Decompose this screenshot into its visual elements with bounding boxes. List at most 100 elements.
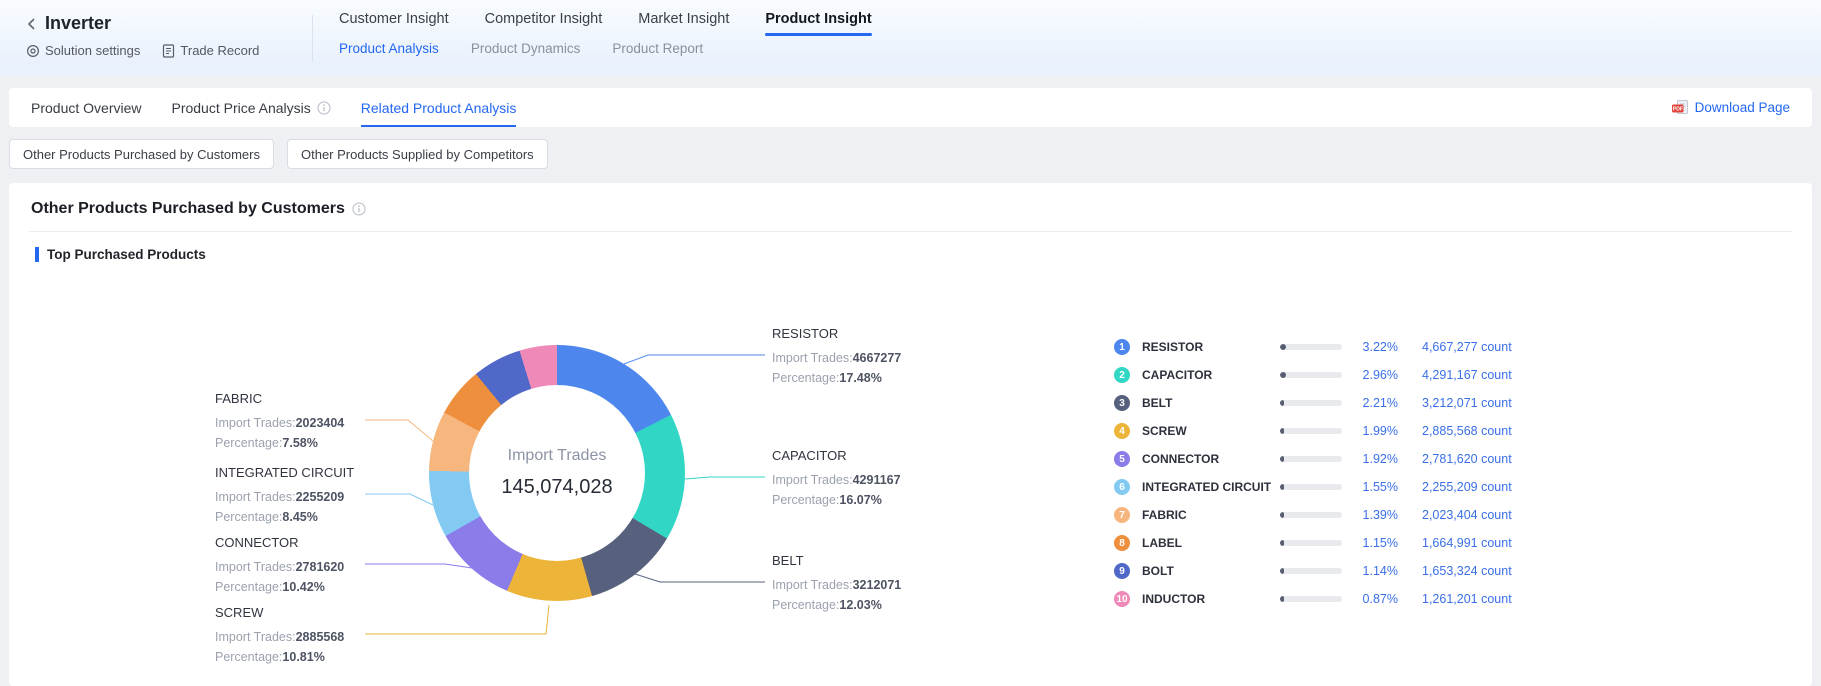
product-name: INTEGRATED CIRCUIT bbox=[1142, 480, 1280, 494]
legend-row-fabric: 7 FABRIC 1.39% 2,023,404 count bbox=[1114, 501, 1557, 529]
callout-value: 7.58% bbox=[282, 436, 317, 450]
legend-row-screw: 4 SCREW 1.99% 2,885,568 count bbox=[1114, 417, 1557, 445]
info-icon[interactable] bbox=[352, 202, 366, 216]
progress-bar bbox=[1280, 596, 1342, 602]
share-percent: 0.87% bbox=[1342, 592, 1398, 606]
callout-key: Percentage: bbox=[215, 510, 282, 524]
info-icon[interactable] bbox=[317, 101, 331, 115]
subsection-title: Top Purchased Products bbox=[47, 247, 206, 262]
progress-fill bbox=[1280, 596, 1284, 602]
settings-icon bbox=[26, 44, 40, 58]
callout-value: 8.45% bbox=[282, 510, 317, 524]
callout-key: Percentage: bbox=[215, 580, 282, 594]
solution-settings-button[interactable]: Solution settings bbox=[26, 43, 140, 58]
tab-competitor-insight[interactable]: Competitor Insight bbox=[485, 11, 603, 36]
tab-related-product-analysis-label: Related Product Analysis bbox=[361, 100, 517, 116]
callout-value: 10.42% bbox=[282, 580, 324, 594]
content-card: Other Products Purchased by Customers To… bbox=[9, 183, 1812, 686]
legend-row-bolt: 9 BOLT 1.14% 1,653,324 count bbox=[1114, 557, 1557, 585]
tab-product-analysis[interactable]: Product Analysis bbox=[339, 41, 439, 56]
progress-bar bbox=[1280, 568, 1342, 574]
trade-count: 4,291,167 count bbox=[1422, 368, 1557, 382]
progress-bar bbox=[1280, 512, 1342, 518]
callout-key: Percentage: bbox=[772, 371, 839, 385]
share-percent: 1.14% bbox=[1342, 564, 1398, 578]
callout-key: Import Trades: bbox=[772, 473, 853, 487]
page-title: Inverter bbox=[45, 13, 111, 34]
share-percent: 1.39% bbox=[1342, 508, 1398, 522]
callout-capacitor: CAPACITOR Import Trades:4291167 Percenta… bbox=[772, 448, 982, 510]
document-icon bbox=[162, 44, 175, 58]
filter-supplied-by-competitors-button[interactable]: Other Products Supplied by Competitors bbox=[287, 139, 548, 169]
donut-chart[interactable]: Import Trades 145,074,028 bbox=[429, 345, 685, 601]
tab-customer-insight[interactable]: Customer Insight bbox=[339, 11, 449, 36]
callout-belt: BELT Import Trades:3212071 Percentage:12… bbox=[772, 553, 982, 615]
callout-key: Percentage: bbox=[772, 598, 839, 612]
progress-fill bbox=[1280, 484, 1284, 490]
accent-bar bbox=[35, 247, 39, 262]
tab-related-product-analysis[interactable]: Related Product Analysis bbox=[361, 88, 517, 127]
rank-badge: 6 bbox=[1114, 479, 1130, 495]
callout-value: 2023404 bbox=[296, 416, 345, 430]
callout-value: 4291167 bbox=[853, 473, 901, 487]
callout-resistor: RESISTOR Import Trades:4667277 Percentag… bbox=[772, 326, 982, 388]
callout-key: Import Trades: bbox=[772, 351, 853, 365]
svg-text:PDF: PDF bbox=[1672, 107, 1682, 113]
callout-key: Percentage: bbox=[215, 436, 282, 450]
callout-line-capacitor bbox=[685, 477, 765, 479]
download-page-button[interactable]: PDF Download Page bbox=[1672, 100, 1790, 115]
legend-row-capacitor: 2 CAPACITOR 2.96% 4,291,167 count bbox=[1114, 361, 1557, 389]
callout-key: Import Trades: bbox=[215, 416, 296, 430]
rank-badge: 9 bbox=[1114, 563, 1130, 579]
rank-badge: 4 bbox=[1114, 423, 1130, 439]
callout-value: 12.03% bbox=[839, 598, 881, 612]
tab-product-overview[interactable]: Product Overview bbox=[31, 88, 141, 127]
tab-product-insight[interactable]: Product Insight bbox=[765, 11, 871, 36]
tab-market-insight[interactable]: Market Insight bbox=[638, 11, 729, 36]
tab-product-overview-label: Product Overview bbox=[31, 100, 141, 116]
callout-value: 2255209 bbox=[296, 490, 345, 504]
app-header: Inverter Solution settings Trade Record … bbox=[0, 0, 1821, 75]
progress-fill bbox=[1280, 344, 1286, 350]
callout-name: BELT bbox=[772, 553, 982, 571]
product-name: LABEL bbox=[1142, 536, 1280, 550]
solution-settings-label: Solution settings bbox=[45, 43, 140, 58]
tab-product-price-analysis[interactable]: Product Price Analysis bbox=[171, 88, 330, 127]
progress-bar bbox=[1280, 456, 1342, 462]
rank-badge: 1 bbox=[1114, 339, 1130, 355]
trade-count: 2,023,404 count bbox=[1422, 508, 1557, 522]
share-percent: 2.96% bbox=[1342, 368, 1398, 382]
callout-fabric: FABRIC Import Trades:2023404 Percentage:… bbox=[215, 391, 425, 453]
back-button[interactable] bbox=[26, 17, 36, 31]
main-tab-bar: Customer Insight Competitor Insight Mark… bbox=[339, 11, 872, 36]
product-name: BELT bbox=[1142, 396, 1280, 410]
tab-product-dynamics[interactable]: Product Dynamics bbox=[471, 41, 581, 56]
trade-record-button[interactable]: Trade Record bbox=[162, 43, 259, 58]
share-percent: 3.22% bbox=[1342, 340, 1398, 354]
callout-value: 2781620 bbox=[296, 560, 345, 574]
callout-value: 16.07% bbox=[839, 493, 881, 507]
donut-chart-panel: Import Trades 145,074,028 RESISTOR Impor… bbox=[9, 263, 1812, 686]
rank-badge: 3 bbox=[1114, 395, 1130, 411]
progress-fill bbox=[1280, 568, 1284, 574]
legend-row-connector: 5 CONNECTOR 1.92% 2,781,620 count bbox=[1114, 445, 1557, 473]
progress-fill bbox=[1280, 400, 1284, 406]
analysis-toolbar: Product Overview Product Price Analysis … bbox=[9, 88, 1812, 127]
rank-badge: 5 bbox=[1114, 451, 1130, 467]
legend-row-belt: 3 BELT 2.21% 3,212,071 count bbox=[1114, 389, 1557, 417]
trade-count: 1,261,201 count bbox=[1422, 592, 1557, 606]
callout-key: Percentage: bbox=[772, 493, 839, 507]
product-name: BOLT bbox=[1142, 564, 1280, 578]
download-page-label: Download Page bbox=[1695, 100, 1790, 115]
share-percent: 1.55% bbox=[1342, 480, 1398, 494]
filter-purchased-by-customers-button[interactable]: Other Products Purchased by Customers bbox=[9, 139, 274, 169]
callout-name: SCREW bbox=[215, 605, 425, 623]
progress-bar bbox=[1280, 428, 1342, 434]
callout-value: 2885568 bbox=[296, 630, 345, 644]
tab-product-report[interactable]: Product Report bbox=[612, 41, 703, 56]
rank-badge: 8 bbox=[1114, 535, 1130, 551]
callout-value: 10.81% bbox=[282, 650, 324, 664]
legend-row-inductor: 10 INDUCTOR 0.87% 1,261,201 count bbox=[1114, 585, 1557, 613]
rank-badge: 2 bbox=[1114, 367, 1130, 383]
callout-name: CONNECTOR bbox=[215, 535, 425, 553]
